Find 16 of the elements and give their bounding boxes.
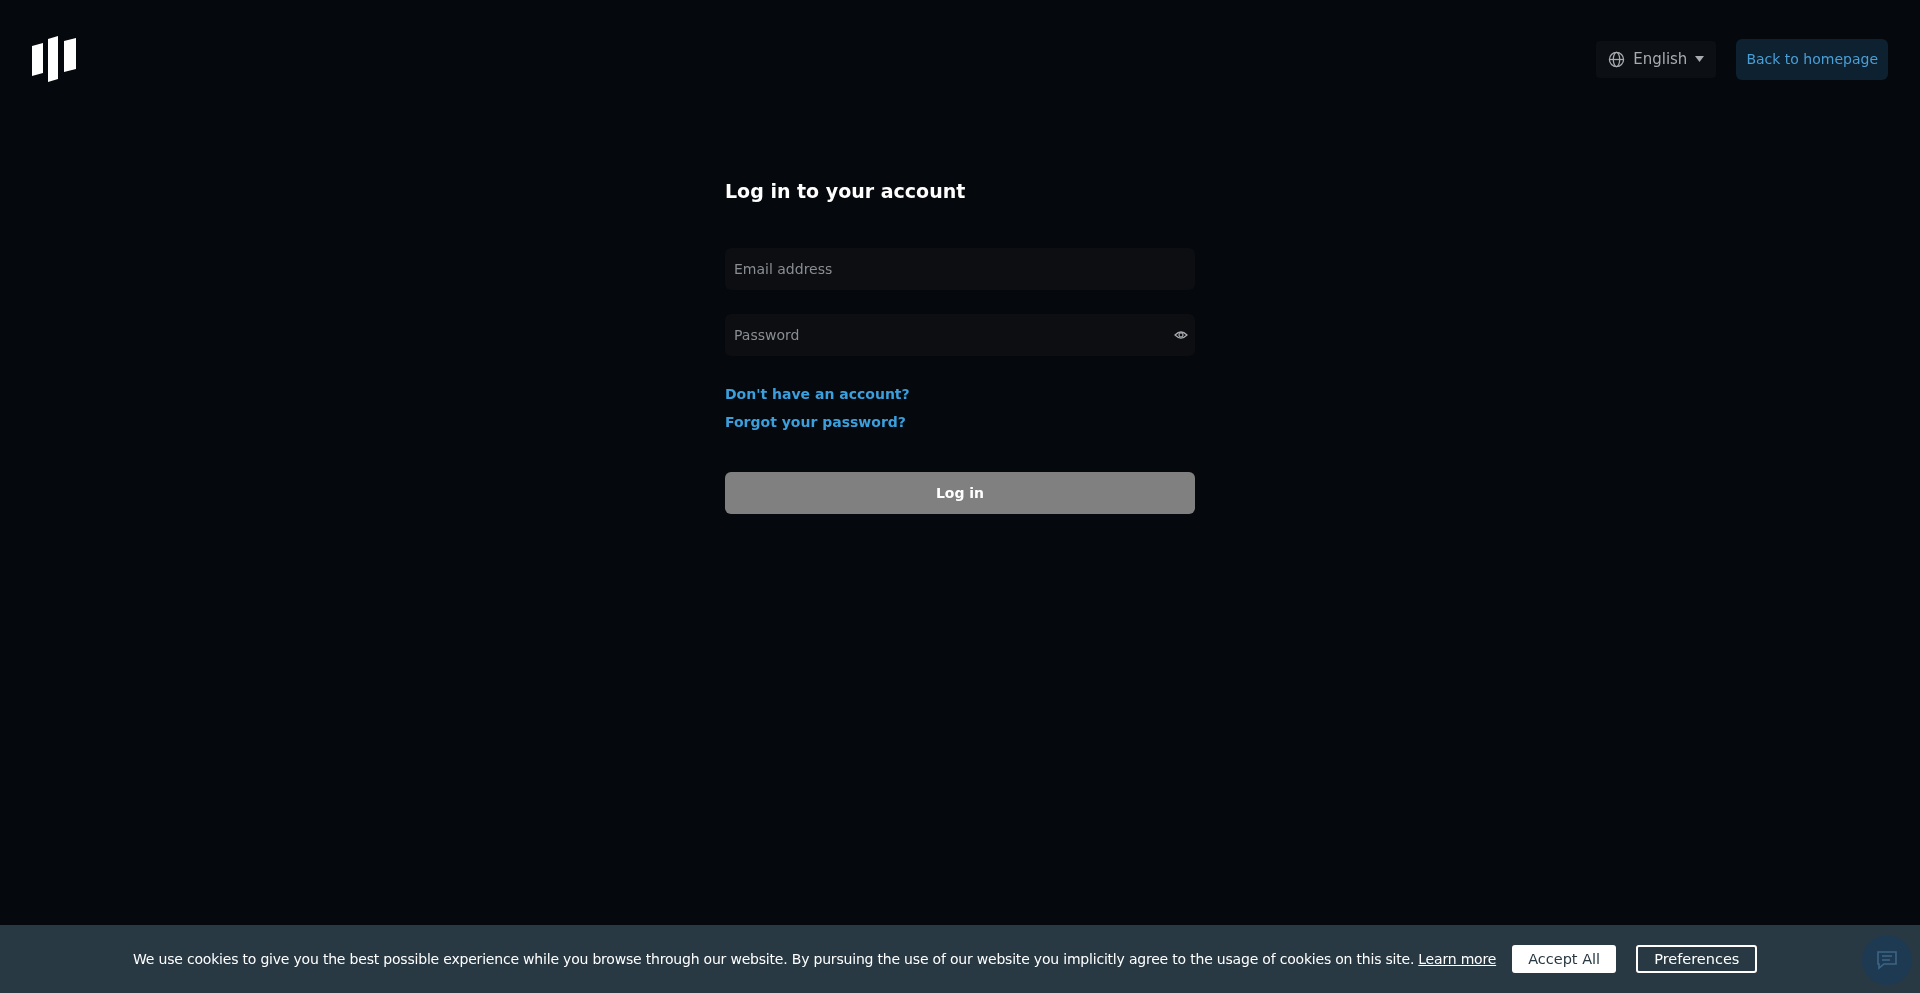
- learn-more-link[interactable]: Learn more: [1418, 951, 1497, 967]
- chat-icon: [1876, 950, 1898, 970]
- cookie-notice: We use cookies to give you the best possible experience while you browse through our website. By pursuing the use of our website you implicitly agree to the usage of cookies on this site. Learn more: [133, 951, 1497, 967]
- language-selector[interactable]: English: [1596, 40, 1717, 78]
- accept-button[interactable]: Accept All: [1512, 945, 1617, 973]
- login-title: Log in to your account: [725, 180, 967, 202]
- logo-icon[interactable]: [32, 35, 77, 83]
- password-field[interactable]: Password: [725, 314, 1195, 356]
- caret-icon: [1695, 56, 1705, 62]
- account-link[interactable]: Forgot your password?: [725, 414, 906, 430]
- back-to-homepage-link[interactable]: Back to homepage: [1736, 38, 1888, 80]
- preferences-button[interactable]: Preferences: [1636, 945, 1758, 973]
- account-link[interactable]: Don't have an account?: [725, 386, 910, 402]
- globe-icon: [1608, 50, 1626, 68]
- email-field[interactable]: Email address: [725, 248, 1195, 290]
- eye-icon[interactable]: [1174, 330, 1188, 340]
